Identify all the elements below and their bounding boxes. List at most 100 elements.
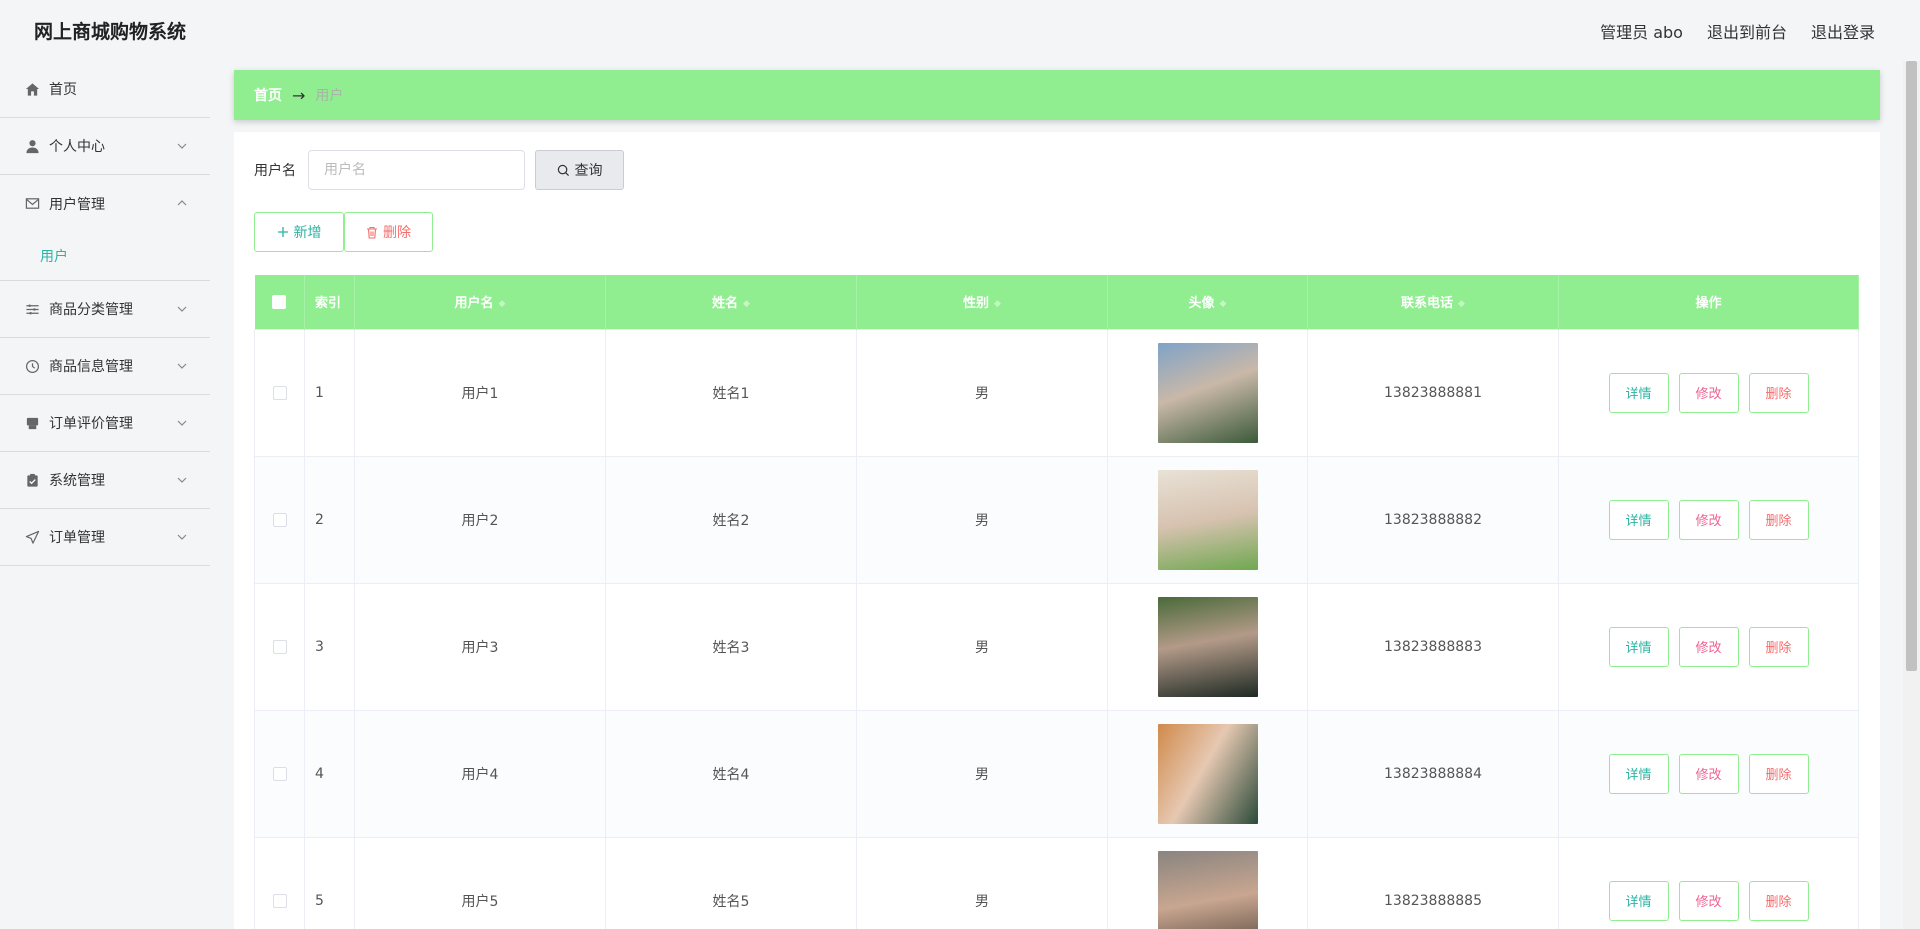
header-phone[interactable]: 联系电话 ◆ [1307, 275, 1559, 329]
edit-button[interactable]: 修改 [1678, 499, 1739, 540]
row-select-cell [254, 836, 305, 929]
row-select-cell [254, 328, 305, 457]
table-header-row: 索引 用户名 ◆ 姓名 ◆ 性别 ◆ 头像 ◆ 联系电话 ◆ 操作 [254, 275, 1859, 329]
header-name[interactable]: 姓名 ◆ [605, 275, 857, 329]
home-icon [24, 81, 40, 97]
edit-button[interactable]: 修改 [1678, 880, 1739, 921]
breadcrumb-current: 用户 [315, 88, 344, 104]
plus-icon [277, 227, 288, 237]
sidebar-item-orders[interactable]: 订单管理 [0, 509, 210, 566]
cell-name: 姓名1 [605, 328, 857, 457]
cell-name: 姓名3 [605, 582, 857, 711]
cell-index: 2 [304, 455, 355, 584]
cell-avatar [1107, 582, 1308, 711]
select-all-checkbox[interactable] [272, 294, 287, 309]
detail-button[interactable]: 详情 [1608, 626, 1669, 667]
delete-button[interactable]: 删除 [1748, 626, 1809, 667]
page-scrollbar[interactable] [1903, 61, 1920, 929]
row-checkbox[interactable] [272, 639, 287, 654]
detail-button[interactable]: 详情 [1608, 753, 1669, 794]
users-table: 索引 用户名 ◆ 姓名 ◆ 性别 ◆ 头像 ◆ 联系电话 ◆ 操作 1 用户1 姓名1 男 138… [254, 275, 1859, 929]
row-checkbox[interactable] [272, 385, 287, 400]
cell-avatar [1107, 836, 1308, 929]
header-avatar[interactable]: 头像 ◆ [1107, 275, 1308, 329]
cell-index: 1 [304, 328, 355, 457]
header-avatar-label: 头像 [1188, 296, 1215, 312]
sidebar-subitem-users[interactable]: 用户 [0, 231, 210, 281]
clock-icon [24, 358, 40, 374]
sidebar-item-user-management[interactable]: 用户管理 [0, 175, 210, 232]
avatar [1157, 469, 1258, 570]
detail-button[interactable]: 详情 [1608, 372, 1669, 413]
cell-phone: 13823888883 [1307, 582, 1559, 711]
sidebar-item-home[interactable]: 首页 [0, 61, 210, 118]
chevron-down-icon [177, 534, 187, 540]
cell-gender: 男 [856, 455, 1108, 584]
sidebar-item-system[interactable]: 系统管理 [0, 452, 210, 509]
list-icon [24, 301, 40, 317]
cell-gender: 男 [856, 328, 1108, 457]
search-label: 用户名 [254, 163, 296, 179]
detail-button[interactable]: 详情 [1608, 880, 1669, 921]
cell-name: 姓名2 [605, 455, 857, 584]
scrollbar-thumb[interactable] [1906, 61, 1917, 671]
sidebar: 首页 个人中心 用户管理 用户 商品分类管理 商品信息管理 订单评价管理 系统管… [0, 61, 210, 929]
row-select-cell [254, 582, 305, 711]
sidebar-item-category[interactable]: 商品分类管理 [0, 281, 210, 338]
detail-button[interactable]: 详情 [1608, 499, 1669, 540]
cell-actions: 详情 修改 删除 [1558, 709, 1859, 838]
sidebar-item-label: 订单管理 [49, 530, 105, 546]
header-gender-label: 性别 [963, 296, 990, 312]
cell-avatar [1107, 455, 1308, 584]
chevron-down-icon [177, 420, 187, 426]
cell-avatar [1107, 328, 1308, 457]
delete-button[interactable]: 删除 [1748, 372, 1809, 413]
mail-icon [24, 196, 40, 212]
cell-name: 姓名4 [605, 709, 857, 838]
edit-button[interactable]: 修改 [1678, 626, 1739, 667]
sidebar-item-label: 首页 [49, 82, 77, 98]
table-body: 1 用户1 姓名1 男 13823888881 详情 修改 删除 2 用户2 姓名2 男 1382388… [254, 328, 1859, 929]
edit-button[interactable]: 修改 [1678, 372, 1739, 413]
action-buttons: 新增 删除 [254, 212, 433, 252]
header-gender[interactable]: 性别 ◆ [856, 275, 1108, 329]
search-icon [557, 164, 569, 176]
cell-index: 4 [304, 709, 355, 838]
search-bar: 用户名 查询 [254, 150, 624, 190]
breadcrumb-home[interactable]: 首页 [254, 85, 282, 105]
cell-username: 用户1 [354, 328, 606, 457]
breadcrumb: 首页 → 用户 [234, 70, 1880, 120]
batch-delete-button[interactable]: 删除 [344, 212, 433, 252]
delete-button[interactable]: 删除 [1748, 880, 1809, 921]
chevron-down-icon [177, 143, 187, 149]
sidebar-item-label: 商品信息管理 [49, 359, 133, 375]
cell-actions: 详情 修改 删除 [1558, 582, 1859, 711]
exit-to-front-link[interactable]: 退出到前台 [1707, 19, 1787, 43]
header-username-label: 用户名 [454, 296, 494, 312]
trash-icon [367, 226, 377, 239]
printer-icon [24, 415, 40, 431]
search-button[interactable]: 查询 [535, 150, 624, 190]
row-checkbox[interactable] [272, 893, 287, 908]
sidebar-item-personal[interactable]: 个人中心 [0, 118, 210, 175]
cell-username: 用户5 [354, 836, 606, 929]
edit-button[interactable]: 修改 [1678, 753, 1739, 794]
chevron-down-icon [177, 477, 187, 483]
row-checkbox[interactable] [272, 766, 287, 781]
app-title: 网上商城购物系统 [34, 21, 187, 43]
chevron-down-icon [177, 363, 187, 369]
header-index: 索引 [304, 275, 355, 329]
delete-button[interactable]: 删除 [1748, 753, 1809, 794]
sidebar-item-order-review[interactable]: 订单评价管理 [0, 395, 210, 452]
sidebar-item-product-info[interactable]: 商品信息管理 [0, 338, 210, 395]
add-button[interactable]: 新增 [254, 212, 344, 252]
delete-button[interactable]: 删除 [1748, 499, 1809, 540]
sidebar-item-label: 系统管理 [49, 473, 105, 489]
row-checkbox[interactable] [272, 512, 287, 527]
chevron-up-icon [177, 200, 187, 206]
search-input[interactable] [308, 150, 525, 190]
sort-icon: ◆ [1458, 298, 1465, 309]
user-icon [24, 138, 40, 154]
logout-link[interactable]: 退出登录 [1811, 19, 1875, 43]
header-username[interactable]: 用户名 ◆ [354, 275, 606, 329]
